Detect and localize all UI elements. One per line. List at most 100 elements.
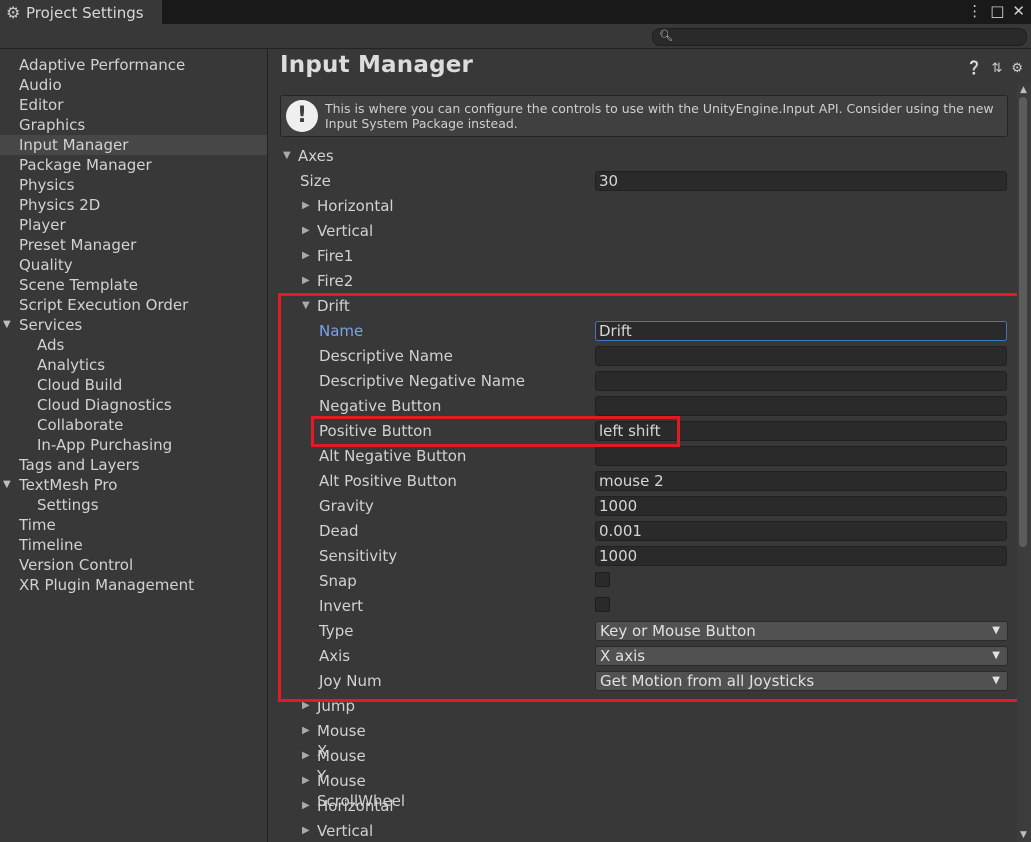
collapse-arrow-icon[interactable]: ▶	[302, 821, 310, 841]
main-panel: Input Manager ❔ ⇅ ⚙ ! This is where you …	[268, 49, 1031, 842]
sidebar-item-tags-and-layers[interactable]: Tags and Layers	[0, 455, 267, 475]
axis-label: Axis	[319, 647, 351, 665]
chevron-down-icon: ▼	[992, 625, 1000, 636]
sidebar-item-graphics[interactable]: Graphics	[0, 115, 267, 135]
sidebar-item-xr-plugin-management[interactable]: XR Plugin Management	[0, 575, 267, 595]
sidebar-item-collaborate[interactable]: Collaborate	[0, 415, 267, 435]
chevron-down-icon: ▼	[992, 650, 1000, 661]
sensitivity-field[interactable]: 1000	[595, 546, 1007, 566]
preset-icon[interactable]: ⇅	[991, 61, 1002, 76]
dead-label: Dead	[319, 522, 359, 540]
collapse-arrow-icon[interactable]: ▶	[302, 796, 310, 816]
scrollbar[interactable]: ▲ ▼	[1017, 83, 1031, 842]
negative-button-field[interactable]	[595, 396, 1007, 416]
title-bar: ⚙ Project Settings ⋮ □ ✕	[0, 0, 1031, 25]
snap-label: Snap	[319, 572, 357, 590]
sidebar-item-textmesh-pro[interactable]: ▼ TextMesh Pro	[0, 475, 267, 495]
collapse-arrow-icon[interactable]: ▶	[302, 746, 310, 766]
window-title: Project Settings	[26, 3, 144, 22]
sidebar-item-quality[interactable]: Quality	[0, 255, 267, 275]
sidebar-item-adaptive-performance[interactable]: Adaptive Performance	[0, 55, 267, 75]
info-exclamation-icon: !	[286, 100, 318, 132]
type-label: Type	[319, 622, 354, 640]
name-label: Name	[319, 322, 364, 340]
sidebar-item-textmesh-settings[interactable]: Settings	[0, 495, 267, 515]
alt-positive-button-field[interactable]: mouse 2	[595, 471, 1007, 491]
more-options-icon[interactable]: ⋮	[967, 2, 982, 20]
sidebar-item-services[interactable]: ▼ Services	[0, 315, 267, 335]
size-field[interactable]: 30	[595, 171, 1007, 191]
window-tab[interactable]: ⚙ Project Settings	[0, 0, 162, 25]
sidebar-item-audio[interactable]: Audio	[0, 75, 267, 95]
sidebar-item-timeline[interactable]: Timeline	[0, 535, 267, 555]
sidebar-item-script-execution-order[interactable]: Script Execution Order	[0, 295, 267, 315]
chevron-down-icon: ▼	[992, 675, 1000, 686]
gear-icon: ⚙	[6, 2, 21, 22]
maximize-icon[interactable]: □	[990, 2, 1004, 20]
help-icon[interactable]: ❔	[966, 61, 982, 76]
negative-button-label: Negative Button	[319, 397, 442, 415]
collapse-arrow-icon[interactable]: ▶	[302, 771, 310, 791]
invert-label: Invert	[319, 597, 364, 615]
expand-arrow-icon[interactable]: ▼	[302, 296, 310, 316]
window-controls: ⋮ □ ✕	[967, 2, 1025, 20]
joy-num-dropdown[interactable]: Get Motion from all Joysticks ▼	[595, 671, 1008, 691]
collapse-arrow-icon[interactable]: ▶	[302, 221, 310, 241]
snap-checkbox[interactable]	[595, 572, 610, 587]
sidebar-item-input-manager[interactable]: Input Manager	[0, 135, 267, 155]
gravity-label: Gravity	[319, 497, 374, 515]
collapse-arrow-icon[interactable]: ▶	[302, 196, 310, 216]
gear-icon[interactable]: ⚙	[1011, 61, 1023, 76]
search-input[interactable]: 🔍︎	[652, 28, 1027, 46]
header-icons: ❔ ⇅ ⚙	[966, 61, 1023, 76]
sidebar-item-editor[interactable]: Editor	[0, 95, 267, 115]
invert-checkbox[interactable]	[595, 597, 610, 612]
positive-button-label: Positive Button	[319, 422, 432, 440]
sidebar-item-preset-manager[interactable]: Preset Manager	[0, 235, 267, 255]
collapse-arrow-icon[interactable]: ▶	[302, 721, 310, 741]
sidebar-item-version-control[interactable]: Version Control	[0, 555, 267, 575]
collapse-arrow-icon[interactable]: ▶	[302, 271, 310, 291]
scrollbar-thumb[interactable]	[1019, 97, 1027, 547]
descriptive-name-field[interactable]	[595, 346, 1007, 366]
sidebar-item-time[interactable]: Time	[0, 515, 267, 535]
toolbar: 🔍︎	[0, 24, 1031, 49]
axis-dropdown[interactable]: X axis ▼	[595, 646, 1008, 666]
type-dropdown-value: Key or Mouse Button	[600, 622, 756, 640]
alt-negative-button-label: Alt Negative Button	[319, 447, 467, 465]
joy-num-label: Joy Num	[319, 672, 382, 690]
sidebar-item-player[interactable]: Player	[0, 215, 267, 235]
search-icon: 🔍︎	[659, 29, 673, 42]
sidebar-item-package-manager[interactable]: Package Manager	[0, 155, 267, 175]
expand-arrow-icon[interactable]: ▼	[3, 475, 11, 495]
sidebar-item-physics[interactable]: Physics	[0, 175, 267, 195]
gravity-field[interactable]: 1000	[595, 496, 1007, 516]
sidebar-item-ads[interactable]: Ads	[0, 335, 267, 355]
collapse-arrow-icon[interactable]: ▶	[302, 696, 310, 716]
sidebar-item-scene-template[interactable]: Scene Template	[0, 275, 267, 295]
descriptive-negative-name-label: Descriptive Negative Name	[319, 372, 525, 390]
sidebar-item-physics-2d[interactable]: Physics 2D	[0, 195, 267, 215]
scroll-up-icon[interactable]: ▲	[1020, 85, 1027, 95]
sidebar-item-in-app-purchasing[interactable]: In-App Purchasing	[0, 435, 267, 455]
positive-button-field[interactable]: left shift	[595, 421, 1007, 441]
collapse-arrow-icon[interactable]: ▶	[302, 246, 310, 266]
descriptive-name-label: Descriptive Name	[319, 347, 453, 365]
name-field[interactable]: Drift	[595, 321, 1007, 341]
axis-dropdown-value: X axis	[600, 647, 646, 665]
sidebar-item-cloud-build[interactable]: Cloud Build	[0, 375, 267, 395]
alt-negative-button-field[interactable]	[595, 446, 1007, 466]
sidebar-item-cloud-diagnostics[interactable]: Cloud Diagnostics	[0, 395, 267, 415]
close-icon[interactable]: ✕	[1012, 2, 1025, 20]
sidebar-item-analytics[interactable]: Analytics	[0, 355, 267, 375]
dead-field[interactable]: 0.001	[595, 521, 1007, 541]
expand-arrow-icon[interactable]: ▼	[3, 315, 11, 335]
alt-positive-button-label: Alt Positive Button	[319, 472, 457, 490]
expand-arrow-icon[interactable]: ▼	[283, 146, 291, 166]
info-help-box: ! This is where you can configure the co…	[280, 95, 1008, 137]
settings-sidebar: Adaptive Performance Audio Editor Graphi…	[0, 49, 268, 842]
descriptive-negative-name-field[interactable]	[595, 371, 1007, 391]
scroll-down-icon[interactable]: ▼	[1020, 830, 1027, 840]
page-title: Input Manager	[280, 52, 474, 78]
type-dropdown[interactable]: Key or Mouse Button ▼	[595, 621, 1008, 641]
